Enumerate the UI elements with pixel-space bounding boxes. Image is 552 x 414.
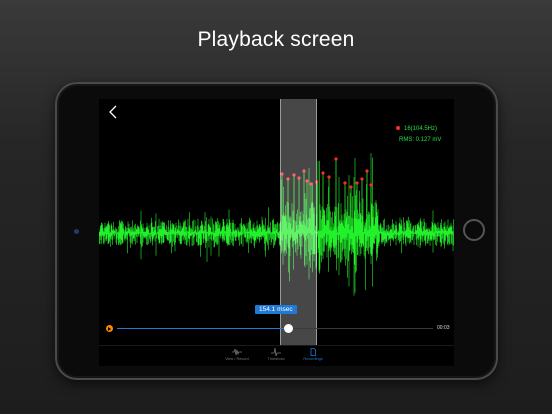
play-button[interactable] xyxy=(106,325,113,332)
tab-label: Threshold xyxy=(267,357,285,361)
document-icon xyxy=(310,348,316,356)
back-button[interactable] xyxy=(105,103,123,121)
spike-legend: 16(104.5Hz) RMS: 0.127 mV xyxy=(396,124,441,146)
spike-marker xyxy=(355,181,359,185)
waveform-icon xyxy=(232,348,242,356)
spike-marker xyxy=(360,177,364,181)
spike-marker xyxy=(343,181,347,185)
peak-frequency: 16(104.5Hz) xyxy=(404,126,438,132)
scrub-progress xyxy=(117,328,288,329)
waveform-trace xyxy=(99,153,454,296)
tab-view-record[interactable]: View / Record xyxy=(217,348,257,361)
tab-label: View / Record xyxy=(225,357,249,361)
tab-bar: View / Record Threshold Recordings xyxy=(99,345,454,366)
home-button[interactable] xyxy=(463,219,485,241)
rms-value: RMS: 0.127 mV xyxy=(399,137,442,143)
tab-recordings[interactable]: Recordings xyxy=(293,348,333,361)
spike-marker xyxy=(321,171,325,175)
camera-icon xyxy=(74,229,79,234)
app-screen: 16(104.5Hz) RMS: 0.127 mV 154.1 msec 00:… xyxy=(99,99,454,366)
chevron-left-icon xyxy=(109,105,117,119)
spike-marker xyxy=(365,169,369,173)
spike-marker xyxy=(369,183,373,187)
tab-threshold[interactable]: Threshold xyxy=(256,348,296,361)
duration-badge: 154.1 msec xyxy=(255,305,297,314)
spike-marker xyxy=(334,157,338,161)
scrub-thumb[interactable] xyxy=(283,324,293,333)
scrub-slider[interactable] xyxy=(117,324,433,333)
spike-marker xyxy=(349,185,353,189)
spike-icon xyxy=(271,348,281,356)
peak-marker-icon xyxy=(396,126,400,131)
spike-marker xyxy=(327,175,331,179)
time-label: 00:03 xyxy=(437,325,450,331)
tab-label: Recordings xyxy=(303,357,323,361)
headline: Playback screen xyxy=(197,28,355,51)
